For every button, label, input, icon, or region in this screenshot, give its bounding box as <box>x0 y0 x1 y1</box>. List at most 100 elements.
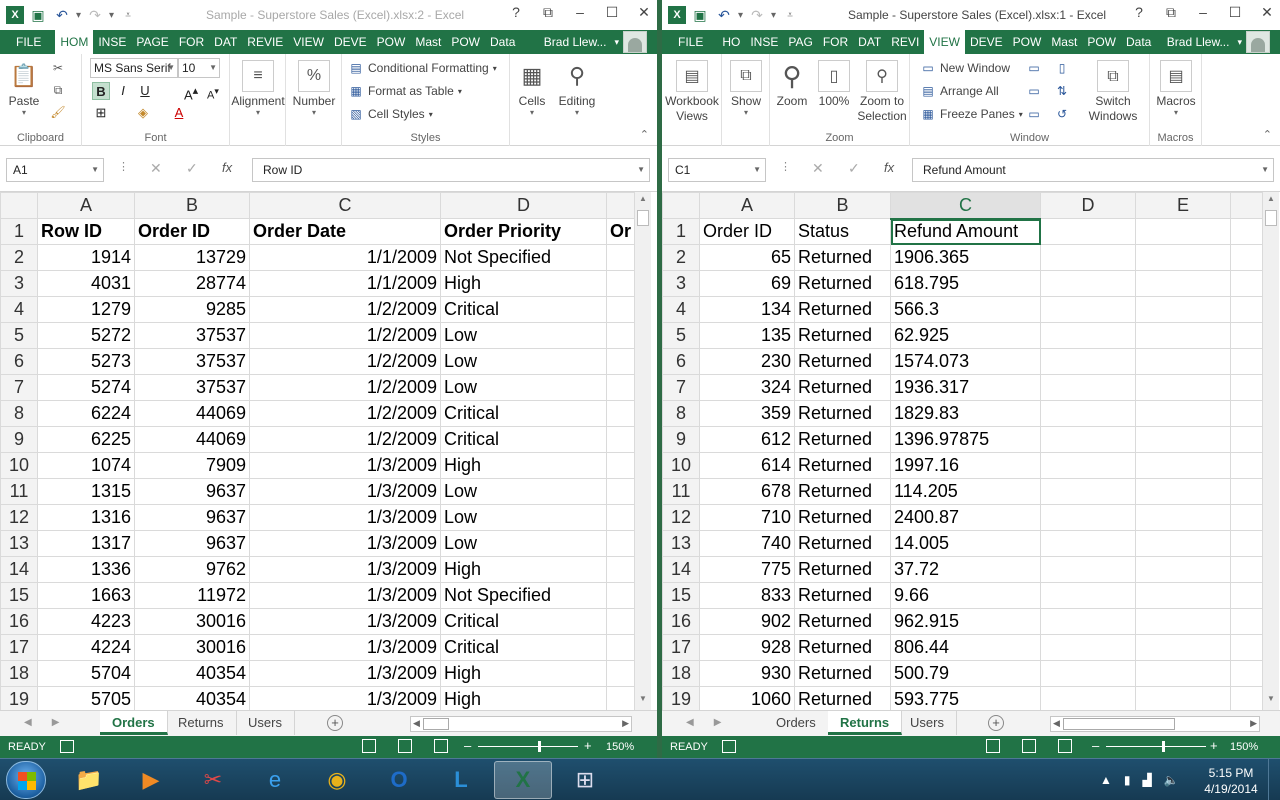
format-as-table-button[interactable]: ▦ Format as Table ▾ <box>348 83 462 99</box>
row-header[interactable]: 18 <box>662 660 700 687</box>
cell[interactable]: 1/3/2009 <box>249 478 441 505</box>
user-name[interactable]: Brad Llew... <box>540 35 611 49</box>
cell[interactable]: Returned <box>794 634 891 661</box>
cell[interactable]: 1914 <box>37 244 135 271</box>
cell[interactable] <box>1230 660 1262 687</box>
tab-pag[interactable]: PAG <box>783 30 817 54</box>
cell[interactable]: Not Specified <box>440 582 607 609</box>
cell[interactable] <box>1230 348 1262 375</box>
cell[interactable] <box>606 634 634 661</box>
row-header[interactable]: 11 <box>662 478 700 505</box>
user-dropdown-icon[interactable]: ▾ <box>1233 37 1246 48</box>
scroll-thumb[interactable] <box>1265 210 1277 226</box>
cell[interactable] <box>606 608 634 635</box>
cell[interactable]: Returned <box>794 296 891 323</box>
sheet-tab-users[interactable]: Users <box>898 711 957 735</box>
cell[interactable]: Returned <box>794 374 891 401</box>
header-cell[interactable]: Order ID <box>699 218 795 245</box>
cell[interactable] <box>1040 296 1136 323</box>
customize-qat-icon[interactable]: ⩡ <box>780 6 800 24</box>
tab-revi[interactable]: REVI <box>886 30 924 54</box>
cell[interactable]: 134 <box>699 296 795 323</box>
next-sheet-icon[interactable]: ▶ <box>714 717 722 728</box>
ribbon-options-icon[interactable]: ⧉ <box>541 4 555 21</box>
cell[interactable] <box>1135 452 1231 479</box>
redo-dropdown-icon[interactable]: ▾ <box>109 10 114 21</box>
cell[interactable] <box>606 452 634 479</box>
cell[interactable]: 1315 <box>37 478 135 505</box>
cell[interactable]: 1/2/2009 <box>249 348 441 375</box>
zoom-slider[interactable] <box>1106 741 1206 752</box>
customize-qat-icon[interactable]: ⩡ <box>118 6 138 24</box>
column-header[interactable]: A <box>699 192 795 219</box>
scroll-left-icon[interactable]: ◀ <box>1053 718 1060 729</box>
zoom-out-icon[interactable]: – <box>464 739 471 752</box>
sheet-tab-returns[interactable]: Returns <box>166 711 237 735</box>
cell[interactable] <box>1230 608 1262 635</box>
cell[interactable] <box>1040 478 1136 505</box>
header-cell[interactable]: Order ID <box>134 218 250 245</box>
editing-button[interactable]: ⚲ Editing ▾ <box>554 60 600 117</box>
cell[interactable]: 566.3 <box>890 296 1041 323</box>
cell[interactable] <box>1230 504 1262 531</box>
cancel-icon[interactable]: ✕ <box>150 160 162 177</box>
paste-button[interactable]: 📋 Paste ▾ <box>8 60 40 117</box>
sheet-tab-orders[interactable]: Orders <box>764 711 829 735</box>
cell[interactable] <box>606 374 634 401</box>
tab-deve[interactable]: DEVE <box>329 30 372 54</box>
header-cell[interactable]: Order Date <box>249 218 441 245</box>
cell[interactable] <box>1135 478 1231 505</box>
cell[interactable]: Returned <box>794 452 891 479</box>
row-header[interactable]: 17 <box>662 634 700 661</box>
row-header[interactable]: 17 <box>0 634 38 661</box>
cell[interactable] <box>1230 374 1262 401</box>
maximize-icon[interactable]: ☐ <box>1228 4 1242 21</box>
fill-color-icon[interactable]: ◈ <box>134 104 152 122</box>
cell[interactable] <box>1230 634 1262 661</box>
cell[interactable]: 6224 <box>37 400 135 427</box>
cell[interactable]: High <box>440 660 607 687</box>
row-header[interactable]: 16 <box>662 608 700 635</box>
name-box[interactable]: C1 ▼ <box>668 158 766 182</box>
cell[interactable]: 30016 <box>134 608 250 635</box>
cell[interactable]: 11972 <box>134 582 250 609</box>
cell[interactable]: 30016 <box>134 634 250 661</box>
tab-revie[interactable]: REVIE <box>242 30 288 54</box>
expand-formula-icon[interactable]: ▼ <box>1261 159 1269 181</box>
cell[interactable] <box>1135 270 1231 297</box>
copy-button[interactable]: ⧉ <box>50 82 66 98</box>
cell[interactable]: 1/3/2009 <box>249 686 441 710</box>
row-header[interactable]: 6 <box>0 348 38 375</box>
formula-input[interactable]: Refund Amount ▼ <box>912 158 1274 182</box>
cell[interactable]: 5273 <box>37 348 135 375</box>
column-header[interactable]: A <box>37 192 135 219</box>
cell[interactable]: 1/2/2009 <box>249 400 441 427</box>
cell[interactable]: 4223 <box>37 608 135 635</box>
row-header[interactable]: 9 <box>662 426 700 453</box>
cell[interactable] <box>1040 504 1136 531</box>
worksheet-grid[interactable]: ABCDE 1 Order ID Status Refund Amount 2 65 Ret… <box>662 192 1262 710</box>
cell[interactable]: 678 <box>699 478 795 505</box>
close-icon[interactable]: ✕ <box>1260 4 1274 21</box>
tab-data[interactable]: Data <box>485 30 520 54</box>
cell[interactable] <box>1230 556 1262 583</box>
cell[interactable]: 1396.97875 <box>890 426 1041 453</box>
insert-function-icon[interactable]: fx <box>222 160 232 175</box>
snipping-tool-icon[interactable]: ✂ <box>184 761 242 799</box>
macros-button[interactable]: ▤ Macros ▾ <box>1150 60 1202 117</box>
cell[interactable] <box>1040 582 1136 609</box>
formula-input[interactable]: Row ID ▼ <box>252 158 650 182</box>
battery-icon[interactable]: ▮ <box>1124 773 1131 787</box>
cell[interactable]: 7909 <box>134 452 250 479</box>
clock[interactable]: 5:15 PM 4/19/2014 <box>1198 765 1264 797</box>
sheet-tab-users[interactable]: Users <box>236 711 295 735</box>
undo-icon[interactable]: ↶ <box>52 6 72 24</box>
cell[interactable]: Low <box>440 530 607 557</box>
scroll-down-icon[interactable]: ▼ <box>635 694 651 708</box>
header-cell[interactable] <box>1040 218 1136 245</box>
header-cell[interactable] <box>1135 218 1231 245</box>
hscroll-thumb[interactable] <box>423 718 449 730</box>
cell[interactable] <box>1230 530 1262 557</box>
outlook-icon[interactable]: O <box>370 761 428 799</box>
column-header[interactable]: E <box>1135 192 1231 219</box>
